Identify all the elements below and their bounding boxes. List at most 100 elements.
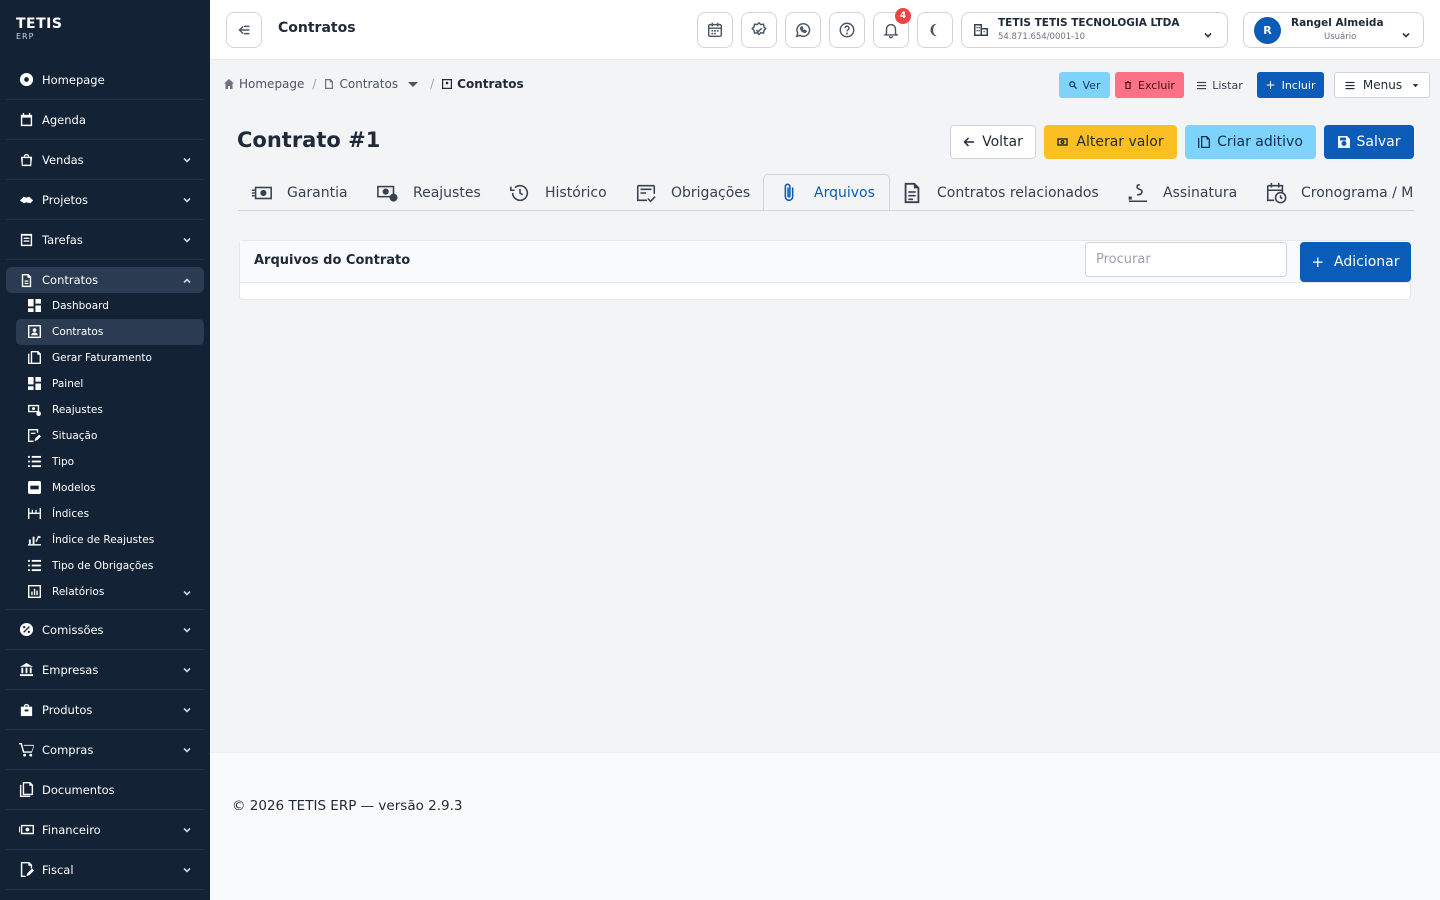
package-icon xyxy=(18,702,34,718)
delete-label: Excluir xyxy=(1138,78,1175,92)
chevron-down-icon xyxy=(182,234,192,244)
back-label: Voltar xyxy=(982,134,1023,150)
chevron-down-icon xyxy=(182,624,192,634)
avatar: R xyxy=(1254,17,1281,44)
view-button[interactable]: Ver xyxy=(1059,72,1110,98)
question-circle-icon xyxy=(839,22,855,38)
sidebar-item-comissoes[interactable]: Comissões xyxy=(6,610,204,650)
money-edit-icon xyxy=(1057,138,1069,146)
subitem-label: Modelos xyxy=(52,482,96,494)
tab-historico[interactable]: Histórico xyxy=(509,174,607,210)
breadcrumb-home[interactable]: Homepage xyxy=(239,77,304,91)
sidebar-subitem-modelos[interactable]: Modelos xyxy=(16,475,204,501)
list-button[interactable]: Listar xyxy=(1191,72,1249,98)
tab-label: Garantia xyxy=(287,184,348,201)
sidebar-subitem-painel[interactable]: Painel xyxy=(16,371,204,397)
sidebar-subitem-contratos[interactable]: Contratos xyxy=(16,319,204,345)
sidebar-item-label: Comissões xyxy=(42,622,104,637)
caret-down-icon[interactable] xyxy=(408,79,419,89)
chevron-down-icon xyxy=(182,704,192,714)
sidebar-item-agenda[interactable]: Agenda xyxy=(6,100,204,140)
list-icon xyxy=(1197,81,1207,89)
sidebar-item-documentos[interactable]: Documentos xyxy=(6,770,204,810)
company-selector[interactable]: TETIS TETIS TECNOLOGIA LTDA 54.871.654/0… xyxy=(961,12,1228,48)
theme-toggle-button[interactable] xyxy=(917,12,953,48)
tab-reajustes[interactable]: Reajustes xyxy=(377,174,481,210)
tab-obrigacoes[interactable]: Obrigações xyxy=(635,174,750,210)
calendar-icon xyxy=(707,22,723,38)
sidebar-item-vendas[interactable]: Vendas xyxy=(6,140,204,180)
save-button[interactable]: Salvar xyxy=(1324,125,1414,159)
clipboard-icon xyxy=(18,232,34,248)
sidebar-item-tarefas[interactable]: Tarefas xyxy=(6,220,204,260)
sidebar-subitem-gerar-faturamento[interactable]: Gerar Faturamento xyxy=(16,345,204,371)
footer-copyright: © 2026 TETIS ERP — versão 2.9.3 xyxy=(232,798,463,814)
collapse-sidebar-button[interactable] xyxy=(226,12,262,48)
change-value-button[interactable]: Alterar valor xyxy=(1044,125,1177,159)
sidebar-subitem-tipo[interactable]: Tipo xyxy=(16,449,204,475)
verified-button[interactable] xyxy=(741,12,777,48)
sidebar-item-compras[interactable]: Compras xyxy=(6,730,204,770)
sidebar-item-financeiro[interactable]: Financeiro xyxy=(6,810,204,850)
sidebar-item-produtos[interactable]: Produtos xyxy=(6,690,204,730)
sidebar-subitem-indices[interactable]: Índices xyxy=(16,501,204,527)
save-label: Salvar xyxy=(1356,134,1401,150)
sidebar-subitem-relatorios[interactable]: Relatórios xyxy=(16,579,204,605)
menus-dropdown-button[interactable]: Menus xyxy=(1334,72,1430,98)
sidebar-item-label: Documentos xyxy=(42,782,115,797)
calendar-button[interactable] xyxy=(697,12,733,48)
add-file-button[interactable]: + Adicionar xyxy=(1300,242,1411,282)
sidebar-item-empresas[interactable]: Empresas xyxy=(6,650,204,690)
sidebar-item-contratos[interactable]: Contratos xyxy=(6,267,204,293)
breadcrumb-current: Contratos xyxy=(457,77,524,91)
delete-button[interactable]: Excluir xyxy=(1115,72,1184,98)
sidebar-subitem-reajustes[interactable]: Reajustes xyxy=(16,397,204,423)
notifications-button[interactable]: 4 xyxy=(873,8,911,48)
create-addendum-label: Criar aditivo xyxy=(1217,134,1303,150)
sidebar-item-projetos[interactable]: Projetos xyxy=(6,180,204,220)
subitem-label: Índice de Reajustes xyxy=(52,534,155,546)
page-title: Contrato #1 xyxy=(237,128,381,152)
files-icon xyxy=(1198,136,1211,148)
files-card-title: Arquivos do Contrato xyxy=(254,253,411,268)
chevron-down-icon xyxy=(1401,25,1411,38)
tab-garantia[interactable]: Garantia xyxy=(251,174,348,210)
help-button[interactable] xyxy=(829,12,865,48)
create-addendum-button[interactable]: Criar aditivo xyxy=(1185,125,1316,159)
contact-card-icon xyxy=(442,79,453,89)
search-icon xyxy=(1068,81,1077,89)
tab-label: Arquivos xyxy=(814,185,875,201)
view-label: Ver xyxy=(1082,78,1101,92)
subitem-label: Tipo xyxy=(52,456,75,468)
back-button[interactable]: Voltar xyxy=(950,125,1036,159)
footer: © 2026 TETIS ERP — versão 2.9.3 xyxy=(210,752,1440,900)
add-file-label: Adicionar xyxy=(1334,254,1400,270)
paperclip-icon xyxy=(784,183,794,202)
sidebar-subitem-dashboard[interactable]: Dashboard xyxy=(16,293,204,319)
sidebar-item-label: Tarefas xyxy=(42,232,83,247)
company-cnpj: 54.871.654/0001-10 xyxy=(998,32,1086,42)
breadcrumb-parent[interactable]: Contratos xyxy=(339,77,398,91)
whatsapp-button[interactable] xyxy=(785,12,821,48)
document-icon xyxy=(18,272,34,288)
sidebar-item-homepage[interactable]: Homepage xyxy=(6,60,204,100)
add-button[interactable]: + Incluir xyxy=(1257,72,1324,98)
sidebar-subitem-tipo-obrigacoes[interactable]: Tipo de Obrigações xyxy=(16,553,204,579)
tab-contratos-relacionados[interactable]: Contratos relacionados xyxy=(901,174,1099,210)
subitem-label: Painel xyxy=(52,378,84,390)
search-input[interactable] xyxy=(1085,242,1287,277)
sidebar-subitem-situacao[interactable]: Situação xyxy=(16,423,204,449)
logo[interactable]: TETIS ERP xyxy=(0,0,210,60)
sidebar-item-fiscal[interactable]: Fiscal xyxy=(6,850,204,890)
floppy-disk-icon xyxy=(1337,136,1350,148)
grid-icon xyxy=(28,377,42,391)
verified-badge-icon xyxy=(751,21,767,36)
sidebar-subitem-indice-reajustes[interactable]: Índice de Reajustes xyxy=(16,527,204,553)
tab-arquivos[interactable]: Arquivos xyxy=(763,174,890,210)
user-menu[interactable]: R Rangel Almeida Usuário xyxy=(1243,12,1424,48)
chevron-down-icon xyxy=(182,664,192,674)
subitem-label: Índices xyxy=(52,508,90,520)
tab-assinatura[interactable]: Assinatura xyxy=(1127,174,1237,210)
tab-cronograma[interactable]: Cronograma / M xyxy=(1265,174,1413,210)
percent-badge-icon xyxy=(18,622,34,638)
